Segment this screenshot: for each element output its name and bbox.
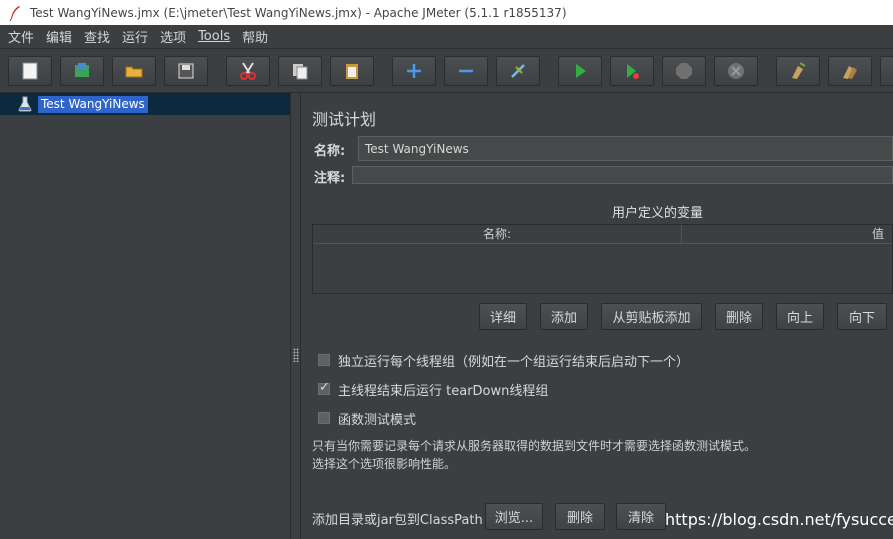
serialize-label: 独立运行每个线程组（例如在一个组运行结束后启动下一个） — [338, 354, 690, 370]
templates-icon — [75, 63, 89, 77]
comment-label: 注释: — [314, 171, 346, 186]
save-icon — [178, 63, 194, 79]
expand-all-button[interactable] — [392, 56, 436, 86]
menu-file[interactable]: 文件 — [2, 27, 40, 46]
clear-button[interactable] — [776, 56, 820, 86]
menu-help[interactable]: 帮助 — [236, 27, 274, 46]
splitter-grip-icon[interactable] — [293, 348, 299, 362]
paste-icon — [346, 64, 358, 79]
classpath-delete-button[interactable]: 删除 — [555, 503, 605, 530]
menu-tools[interactable]: Tools — [192, 29, 236, 44]
watermark-text: https://blog.csdn.net/fysuccess — [665, 510, 893, 529]
open-icon — [125, 66, 143, 78]
user-variables-title: 用户定义的变量 — [611, 206, 703, 221]
tree-node-label[interactable]: Test WangYiNews — [38, 95, 148, 113]
paste-button[interactable] — [330, 56, 374, 86]
name-input[interactable]: Test WangYiNews — [358, 136, 893, 161]
functional-mode-checkbox[interactable] — [318, 412, 330, 424]
browse-button[interactable]: 浏览... — [485, 503, 543, 530]
menu-edit[interactable]: 编辑 — [40, 27, 78, 46]
templates-button[interactable] — [60, 56, 104, 86]
clear-all-icon — [843, 66, 857, 79]
start-no-pause-icon — [627, 64, 639, 79]
start-no-pauses-button[interactable] — [610, 56, 654, 86]
menu-run[interactable]: 运行 — [116, 27, 154, 46]
functional-mode-note-1: 只有当你需要记录每个请求从服务器取得的数据到文件时才需要选择函数测试模式。 — [312, 439, 757, 453]
serialize-threadgroups-option[interactable]: 独立运行每个线程组（例如在一个组运行结束后启动下一个） — [318, 351, 690, 370]
menu-options[interactable]: 选项 — [154, 27, 192, 46]
copy-icon — [293, 64, 308, 80]
menu-bar: 文件 编辑 查找 运行 选项 Tools 帮助 — [0, 25, 893, 49]
expand-icon — [407, 64, 421, 78]
toolbar — [0, 50, 893, 93]
shutdown-button[interactable] — [714, 56, 758, 86]
copy-button[interactable] — [278, 56, 322, 86]
tree-node-test-plan[interactable]: Test WangYiNews — [18, 95, 148, 113]
pane-splitter[interactable] — [291, 93, 301, 539]
add-button[interactable]: 添加 — [540, 303, 588, 330]
table-header: 名称: 值 — [313, 225, 892, 244]
delete-button[interactable]: 删除 — [715, 303, 763, 330]
column-header-value-label: 值 — [871, 227, 884, 241]
save-button[interactable] — [164, 56, 208, 86]
name-label: 名称: — [314, 144, 346, 159]
column-header-value[interactable]: 值 — [682, 225, 893, 243]
cut-icon — [240, 62, 256, 80]
move-down-button[interactable]: 向下 — [837, 303, 887, 330]
menu-search[interactable]: 查找 — [78, 27, 116, 46]
open-button[interactable] — [112, 56, 156, 86]
jmeter-feather-icon — [9, 5, 20, 21]
functional-mode-label: 函数测试模式 — [338, 412, 417, 428]
flask-icon — [18, 96, 32, 112]
start-button[interactable] — [558, 56, 602, 86]
stop-icon — [676, 63, 692, 79]
clear-icon — [792, 62, 806, 79]
title-bar: Test WangYiNews.jmx (E:\jmeter\Test Wang… — [0, 0, 893, 25]
cut-button[interactable] — [226, 56, 270, 86]
add-from-clipboard-button[interactable]: 从剪贴板添加 — [601, 303, 702, 330]
detail-button[interactable]: 详细 — [479, 303, 527, 330]
functional-mode-note-2: 选择这个选项很影响性能。 — [312, 457, 457, 471]
stop-button[interactable] — [662, 56, 706, 86]
start-icon — [576, 64, 586, 78]
search-button[interactable] — [880, 56, 893, 86]
teardown-checkbox[interactable] — [318, 380, 330, 395]
new-icon — [22, 62, 38, 80]
functional-mode-option[interactable]: 函数测试模式 — [318, 409, 417, 428]
toggle-icon — [511, 64, 525, 78]
test-plan-tree: Test WangYiNews — [0, 93, 291, 539]
user-variables-table[interactable]: 名称: 值 — [312, 224, 893, 294]
new-button[interactable] — [8, 56, 52, 86]
toggle-button[interactable] — [496, 56, 540, 86]
clear-all-button[interactable] — [828, 56, 872, 86]
column-header-name[interactable]: 名称: — [313, 225, 682, 243]
panel-title: 测试计划 — [312, 110, 377, 129]
collapse-all-button[interactable] — [444, 56, 488, 86]
serialize-checkbox[interactable] — [318, 354, 330, 366]
shutdown-icon — [728, 63, 744, 79]
move-up-button[interactable]: 向上 — [776, 303, 824, 330]
test-plan-panel: 测试计划 名称: Test WangYiNews 注释: 用户定义的变量 名称:… — [302, 93, 893, 539]
comment-input[interactable] — [352, 166, 893, 184]
classpath-label: 添加目录或jar包到ClassPath — [312, 513, 483, 528]
collapse-icon — [459, 69, 473, 73]
window-title: Test WangYiNews.jmx (E:\jmeter\Test Wang… — [30, 5, 567, 20]
teardown-label: 主线程结束后运行 tearDown线程组 — [338, 383, 549, 399]
classpath-clear-button[interactable]: 清除 — [616, 503, 666, 530]
teardown-option[interactable]: 主线程结束后运行 tearDown线程组 — [318, 380, 549, 399]
